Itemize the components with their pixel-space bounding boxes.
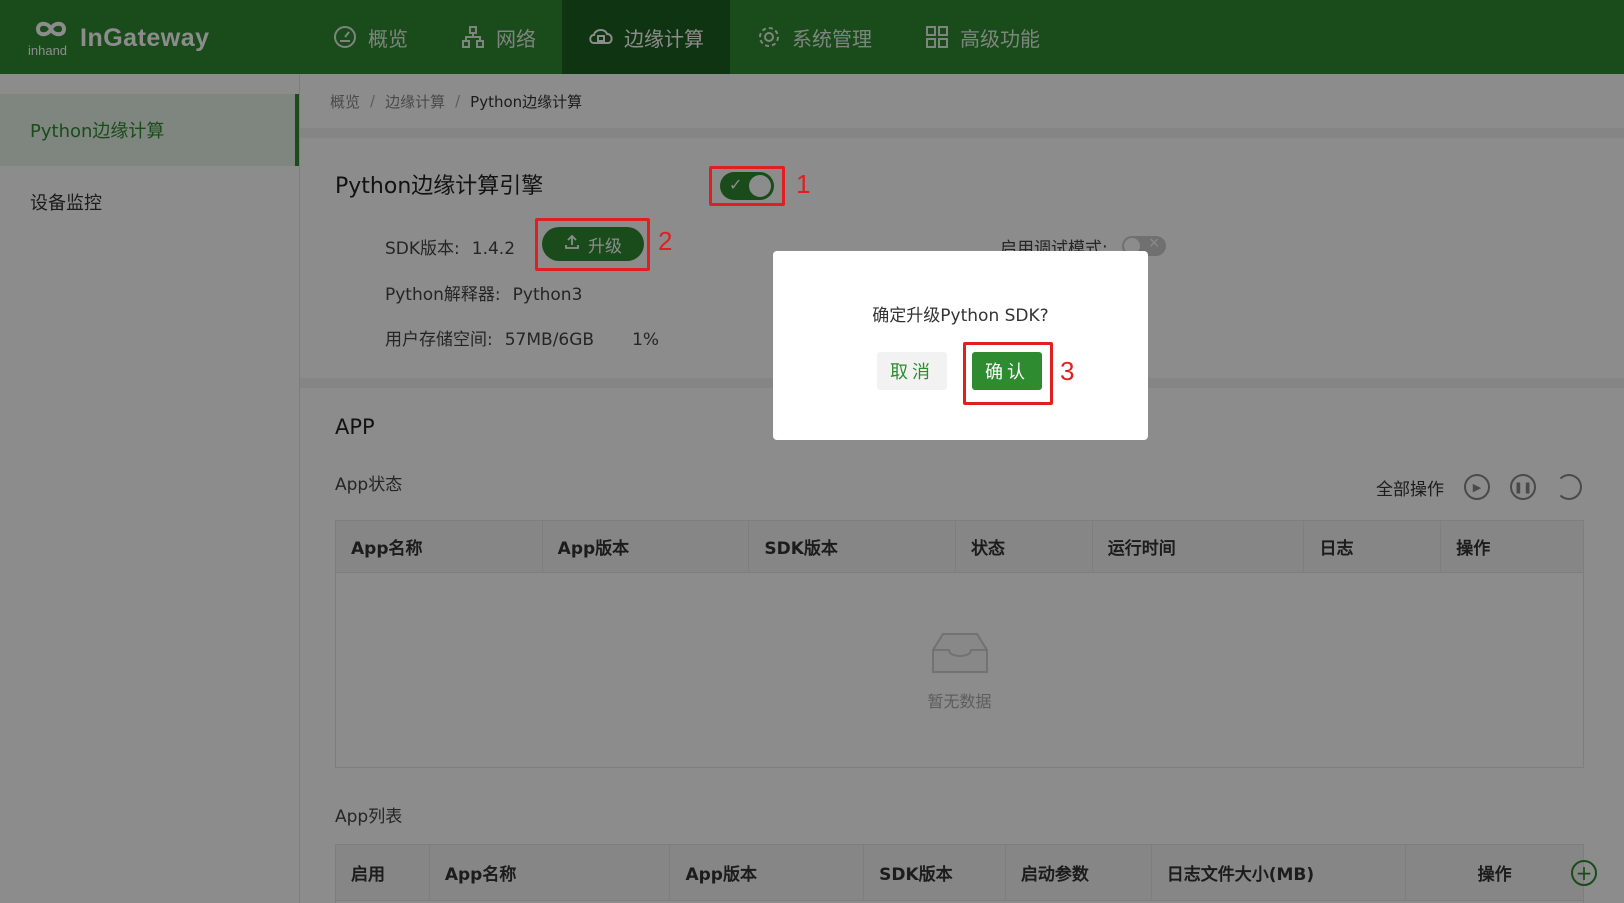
annotation-box-1 (709, 166, 785, 206)
dialog-message: 确定升级Python SDK? (872, 306, 1049, 326)
annotation-number-1: 1 (796, 169, 811, 199)
cancel-button[interactable]: 取消 (877, 352, 947, 390)
annotation-number-3: 3 (1060, 356, 1075, 386)
annotation-box-2 (535, 218, 650, 271)
confirm-dialog: 确定升级Python SDK? 取消 确认 (773, 251, 1148, 440)
modal-overlay[interactable] (0, 0, 1624, 903)
annotation-number-2: 2 (658, 226, 673, 256)
annotation-box-3 (963, 342, 1053, 405)
